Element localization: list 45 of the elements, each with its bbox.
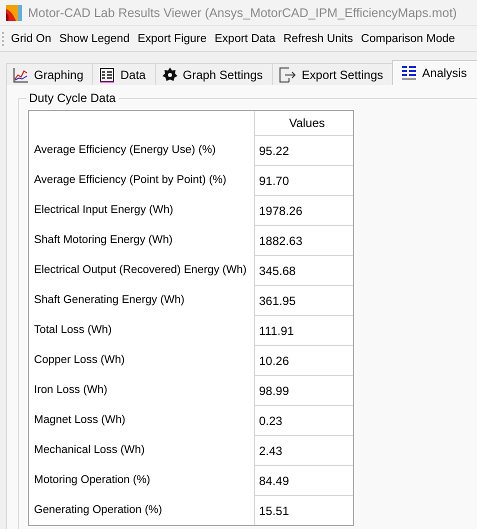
table-cell: 10.26	[254, 345, 353, 375]
row-header: Average Efficiency (Point by Point) (%)	[33, 173, 228, 188]
row-header: Shaft Motoring Energy (Wh)	[33, 233, 174, 248]
table-cell: 2.43	[254, 435, 353, 465]
row-header: Average Efficiency (Energy Use) (%)	[33, 143, 217, 158]
column-header: Values	[254, 111, 353, 135]
tab[interactable]: Export Settings	[272, 63, 394, 85]
table-cell: 111.91	[254, 315, 353, 345]
table-cell: 84.49	[254, 465, 353, 495]
export-icon	[278, 66, 297, 82]
table-cell: 345.68	[254, 255, 353, 285]
row-header: Copper Loss (Wh)	[33, 353, 126, 368]
row-header: Iron Loss (Wh)	[33, 383, 108, 398]
row-header: Motoring Operation (%)	[33, 473, 152, 488]
group-title: Duty Cycle Data	[26, 91, 119, 105]
table-cell: 0.23	[254, 405, 353, 435]
tab[interactable]: Graphing	[6, 63, 94, 85]
row-header: Electrical Input Energy (Wh)	[33, 203, 174, 218]
table-icon	[99, 66, 116, 82]
gear-icon	[162, 66, 178, 82]
table-cell: 98.99	[254, 375, 353, 405]
row-header: Total Loss (Wh)	[33, 323, 113, 338]
table-cell: 91.70	[254, 165, 353, 195]
menu-item[interactable]: Grid On	[7, 30, 56, 48]
line-chart-icon	[13, 66, 29, 82]
row-header: Magnet Loss (Wh)	[33, 413, 126, 428]
tab[interactable]: Data	[92, 63, 156, 85]
tab[interactable]: Analysis	[392, 60, 477, 85]
menu-item[interactable]: Refresh Units	[279, 30, 358, 48]
table-cell: 1978.26	[254, 195, 353, 225]
app-icon	[6, 4, 22, 20]
menu-item[interactable]: Show Legend	[55, 30, 134, 48]
window-title: Motor-CAD Lab Results Viewer (Ansys_MotorCAD_IPM_EfficiencyMaps.mot)	[28, 6, 457, 20]
menu-item[interactable]: Export Figure	[134, 30, 211, 48]
row-header: Electrical Output (Recovered) Energy (Wh)	[33, 263, 248, 278]
row-header: Generating Operation (%)	[33, 503, 164, 518]
row-header: Mechanical Loss (Wh)	[33, 443, 146, 458]
menu-item[interactable]: Comparison Mode	[357, 30, 460, 48]
table-cell: 361.95	[254, 285, 353, 315]
list-icon	[401, 65, 418, 81]
menu-item[interactable]: Export Data	[210, 30, 280, 48]
table-cell: 1882.63	[254, 225, 353, 255]
table-cell: 15.51	[254, 495, 353, 525]
table-cell: 95.22	[254, 135, 353, 165]
row-header: Shaft Generating Energy (Wh)	[33, 293, 186, 308]
